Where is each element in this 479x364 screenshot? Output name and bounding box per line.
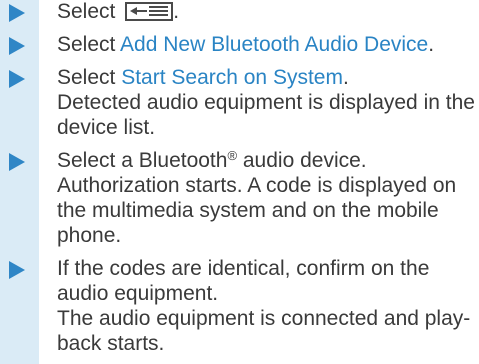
registered-mark: ® bbox=[227, 148, 238, 163]
step-4-line: Select a Bluetooth® audio device. bbox=[57, 149, 367, 173]
step-arrow-icon bbox=[9, 70, 25, 88]
step-5-line: If the codes are identical, confirm on t… bbox=[57, 257, 430, 280]
step-3-result-line: device list. bbox=[57, 116, 156, 139]
instruction-page: Select . Select Add New Bluetooth Audio … bbox=[0, 0, 479, 364]
step-1-line: Select . bbox=[57, 0, 179, 24]
step-3-suffix: . bbox=[342, 66, 349, 89]
step-3-prefix: Select bbox=[57, 66, 122, 89]
step-2-suffix: . bbox=[428, 33, 435, 56]
step-4-result-line: phone. bbox=[57, 224, 122, 247]
step-3-result-line: Detected audio equipment is displayed in… bbox=[57, 91, 475, 114]
step-5-line: audio equipment. bbox=[57, 282, 219, 305]
step-arrow-icon bbox=[9, 4, 25, 22]
step-4-result-line: Authorization starts. A code is displaye… bbox=[57, 174, 457, 197]
step-1-text: Select bbox=[57, 0, 116, 23]
step-2-line: Select Add New Bluetooth Audio Device. bbox=[57, 33, 434, 57]
step-arrow-icon bbox=[9, 261, 25, 279]
step-arrow-icon bbox=[9, 153, 25, 171]
step-arrow-icon bbox=[9, 37, 25, 55]
step-4-result-line: the multimedia system and on the mobile bbox=[57, 199, 439, 222]
step-2-prefix: Select bbox=[57, 33, 121, 56]
step-5-result-line: back starts. bbox=[57, 332, 165, 355]
step-5-result-line: The audio equipment is connected and pla… bbox=[57, 307, 471, 330]
step-3-line: Select Start Search on System. bbox=[57, 66, 349, 90]
list-menu-icon bbox=[125, 2, 174, 21]
start-search-link[interactable]: Start Search on System bbox=[121, 66, 343, 89]
step-4-suffix: audio device. bbox=[237, 149, 367, 172]
step-4-prefix: Select a Bluetooth bbox=[57, 149, 228, 172]
step-1-suffix: . bbox=[173, 0, 180, 23]
add-bluetooth-device-link[interactable]: Add New Bluetooth Audio Device bbox=[120, 33, 428, 56]
